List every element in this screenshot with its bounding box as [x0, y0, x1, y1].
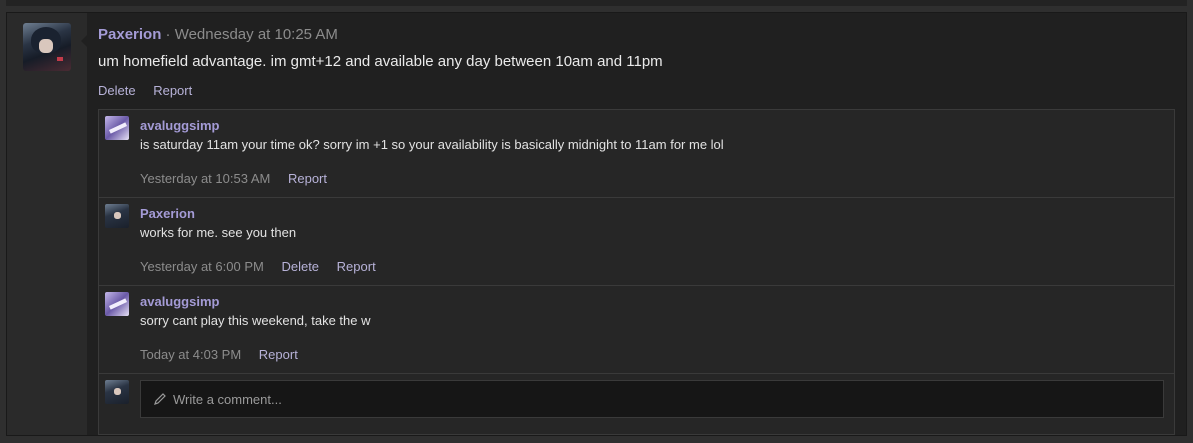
post-report-link[interactable]: Report — [153, 83, 192, 98]
reply-placeholder: Write a comment... — [173, 391, 282, 407]
avatar-streak — [108, 122, 128, 134]
avatar-face — [114, 388, 121, 395]
post-delete-link[interactable]: Delete — [98, 83, 136, 98]
comment-report-link[interactable]: Report — [288, 171, 327, 186]
comment-item: Paxerion works for me. see you then Yest… — [99, 198, 1174, 286]
comment-timestamp[interactable]: Yesterday at 10:53 AM — [140, 171, 270, 186]
comment-author[interactable]: Paxerion — [140, 206, 195, 221]
post-author-name[interactable]: Paxerion — [98, 26, 161, 43]
comment-avatar[interactable] — [105, 292, 129, 316]
top-divider — [6, 0, 1187, 6]
pencil-icon — [154, 393, 166, 405]
comment-meta: Yesterday at 6:00 PM Delete Report — [140, 259, 390, 274]
comment-report-link[interactable]: Report — [259, 347, 298, 362]
post-actions: Delete Report — [98, 83, 206, 98]
reply-row: Write a comment... — [99, 374, 1174, 434]
comment-timestamp[interactable]: Today at 4:03 PM — [140, 347, 241, 362]
avatar-mark — [57, 57, 63, 61]
comment-list: avaluggsimp is saturday 11am your time o… — [98, 109, 1175, 435]
avatar-face — [114, 212, 121, 219]
post-sidebar — [7, 13, 87, 435]
comment-report-link[interactable]: Report — [337, 259, 376, 274]
comment-item: avaluggsimp sorry cant play this weekend… — [99, 286, 1174, 374]
post-message: um homefield advantage. im gmt+12 and av… — [98, 53, 663, 70]
reply-input[interactable]: Write a comment... — [140, 380, 1164, 418]
profile-post: Paxerion · Wednesday at 10:25 AM um home… — [6, 12, 1187, 436]
post-author-avatar[interactable] — [23, 23, 71, 71]
post-pointer — [81, 34, 88, 48]
comment-meta: Today at 4:03 PM Report — [140, 347, 312, 362]
comment-author[interactable]: avaluggsimp — [140, 118, 219, 133]
reply-user-avatar — [105, 380, 129, 404]
comment-text: sorry cant play this weekend, take the w — [140, 313, 371, 328]
comment-text: works for me. see you then — [140, 225, 297, 240]
comment-avatar[interactable] — [105, 204, 129, 228]
comment-delete-link[interactable]: Delete — [281, 259, 319, 274]
avatar-streak — [108, 298, 128, 310]
post-header: Paxerion · Wednesday at 10:25 AM — [98, 26, 338, 43]
comment-timestamp[interactable]: Yesterday at 6:00 PM — [140, 259, 264, 274]
comment-meta: Yesterday at 10:53 AM Report — [140, 171, 341, 186]
comment-text: is saturday 11am your time ok? sorry im … — [140, 137, 724, 152]
post-timestamp[interactable]: · Wednesday at 10:25 AM — [161, 26, 338, 43]
avatar-face — [39, 39, 53, 53]
comment-avatar[interactable] — [105, 116, 129, 140]
comment-item: avaluggsimp is saturday 11am your time o… — [99, 110, 1174, 198]
comment-author[interactable]: avaluggsimp — [140, 294, 219, 309]
